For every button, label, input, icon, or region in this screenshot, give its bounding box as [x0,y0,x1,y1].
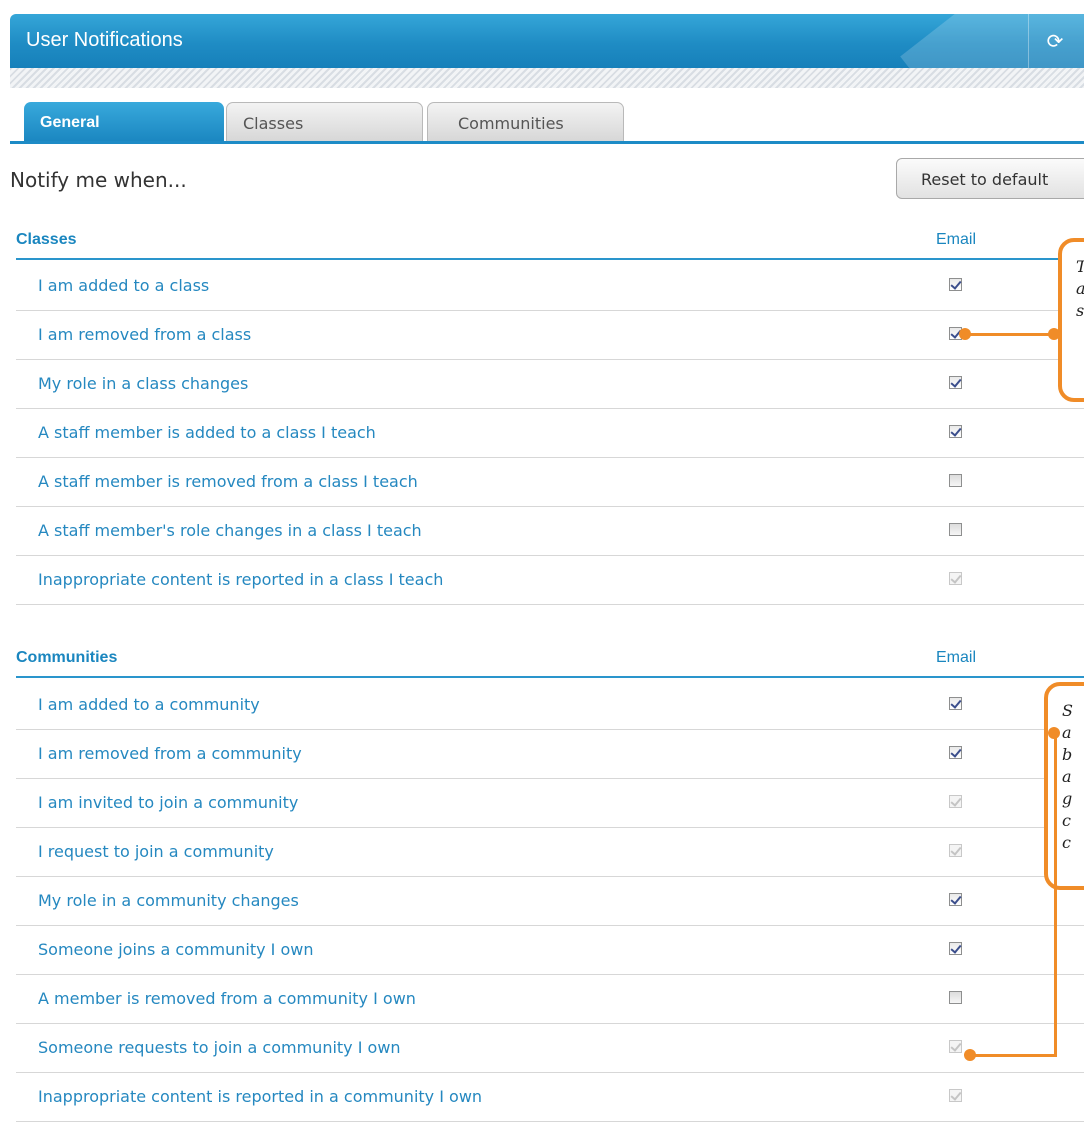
email-column-header: Email [936,649,977,666]
reset-to-default-button[interactable]: Reset to default [896,158,1084,199]
email-checkbox [949,1089,962,1102]
email-checkbox[interactable] [949,425,962,438]
notification-row: Inappropriate content is reported in a c… [16,556,1084,605]
notification-label[interactable]: Someone requests to join a community I o… [38,1038,401,1057]
notification-label[interactable]: I request to join a community [38,842,274,861]
notification-label[interactable]: Inappropriate content is reported in a c… [38,1087,482,1106]
callout-1-dot-start [959,328,971,340]
email-checkbox[interactable] [949,278,962,291]
header-separator [1028,14,1029,68]
tab-general[interactable]: General [24,102,224,141]
notification-label[interactable]: I am removed from a class [38,325,251,344]
refresh-icon[interactable]: ⟳ [1044,30,1066,52]
notification-label[interactable]: A staff member is added to a class I tea… [38,423,376,442]
notification-row: I am removed from a community [16,730,1084,779]
notification-label[interactable]: A member is removed from a community I o… [38,989,416,1008]
notification-label[interactable]: A staff member is removed from a class I… [38,472,418,491]
notification-label[interactable]: I am invited to join a community [38,793,298,812]
notification-label[interactable]: My role in a community changes [38,891,299,910]
email-checkbox [949,844,962,857]
section-rule [16,676,1084,678]
callout-2-dot-end [964,1049,976,1061]
notification-row: Inappropriate content is reported in a c… [16,1073,1084,1122]
annotation-callout-1: T a s [1058,238,1084,402]
notification-label[interactable]: Inappropriate content is reported in a c… [38,570,443,589]
header-stripe-band [10,68,1084,88]
email-checkbox[interactable] [949,893,962,906]
notification-row: A staff member is removed from a class I… [16,458,1084,507]
section-header: Communities Email [16,649,1084,678]
notification-label[interactable]: I am added to a class [38,276,209,295]
email-checkbox[interactable] [949,697,962,710]
notify-heading: Notify me when... [10,168,187,192]
tab-classes[interactable]: Classes [226,102,423,141]
email-checkbox [949,572,962,585]
notification-row: My role in a community changes [16,877,1084,926]
callout-2-text: S a b a g c c [1062,701,1073,852]
callout-1-dot-end [1048,328,1060,340]
section-rule [16,258,1084,260]
notification-row: I request to join a community [16,828,1084,877]
email-checkbox[interactable] [949,991,962,1004]
section-title: Classes [16,231,77,248]
tab-underline [10,141,1084,144]
notification-row: I am removed from a class [16,311,1084,360]
notification-row: A staff member's role changes in a class… [16,507,1084,556]
notification-row: A staff member is added to a class I tea… [16,409,1084,458]
callout-2-leader-horizontal [970,1054,1057,1057]
notification-row: I am added to a class [16,262,1084,311]
callout-2-leader-vertical [1054,733,1057,1057]
email-checkbox[interactable] [949,942,962,955]
tab-communities[interactable]: Communities [427,102,624,141]
notification-row: My role in a class changes [16,360,1084,409]
title-bar: User Notifications ⟳ [10,14,1084,68]
page-title: User Notifications [26,29,183,51]
callout-2-dot-start [1048,727,1060,739]
email-checkbox[interactable] [949,474,962,487]
email-checkbox[interactable] [949,376,962,389]
email-checkbox [949,1040,962,1053]
callout-1-text: T a s [1076,257,1084,320]
notification-label[interactable]: I am added to a community [38,695,260,714]
email-column-header: Email [936,231,977,248]
annotation-callout-2: S a b a g c c [1044,682,1084,890]
notification-label[interactable]: A staff member's role changes in a class… [38,521,422,540]
section-title: Communities [16,649,118,666]
email-checkbox[interactable] [949,523,962,536]
notification-row: I am added to a community [16,681,1084,730]
notification-row: Someone requests to join a community I o… [16,1024,1084,1073]
email-checkbox [949,795,962,808]
section-header: Classes Email [16,231,1084,260]
notification-label[interactable]: I am removed from a community [38,744,302,763]
notification-label[interactable]: Someone joins a community I own [38,940,314,959]
notification-label[interactable]: My role in a class changes [38,374,248,393]
notification-row: I am invited to join a community [16,779,1084,828]
notification-row: Someone joins a community I own [16,926,1084,975]
callout-1-leader [966,333,1058,336]
notification-row: A member is removed from a community I o… [16,975,1084,1024]
email-checkbox[interactable] [949,746,962,759]
